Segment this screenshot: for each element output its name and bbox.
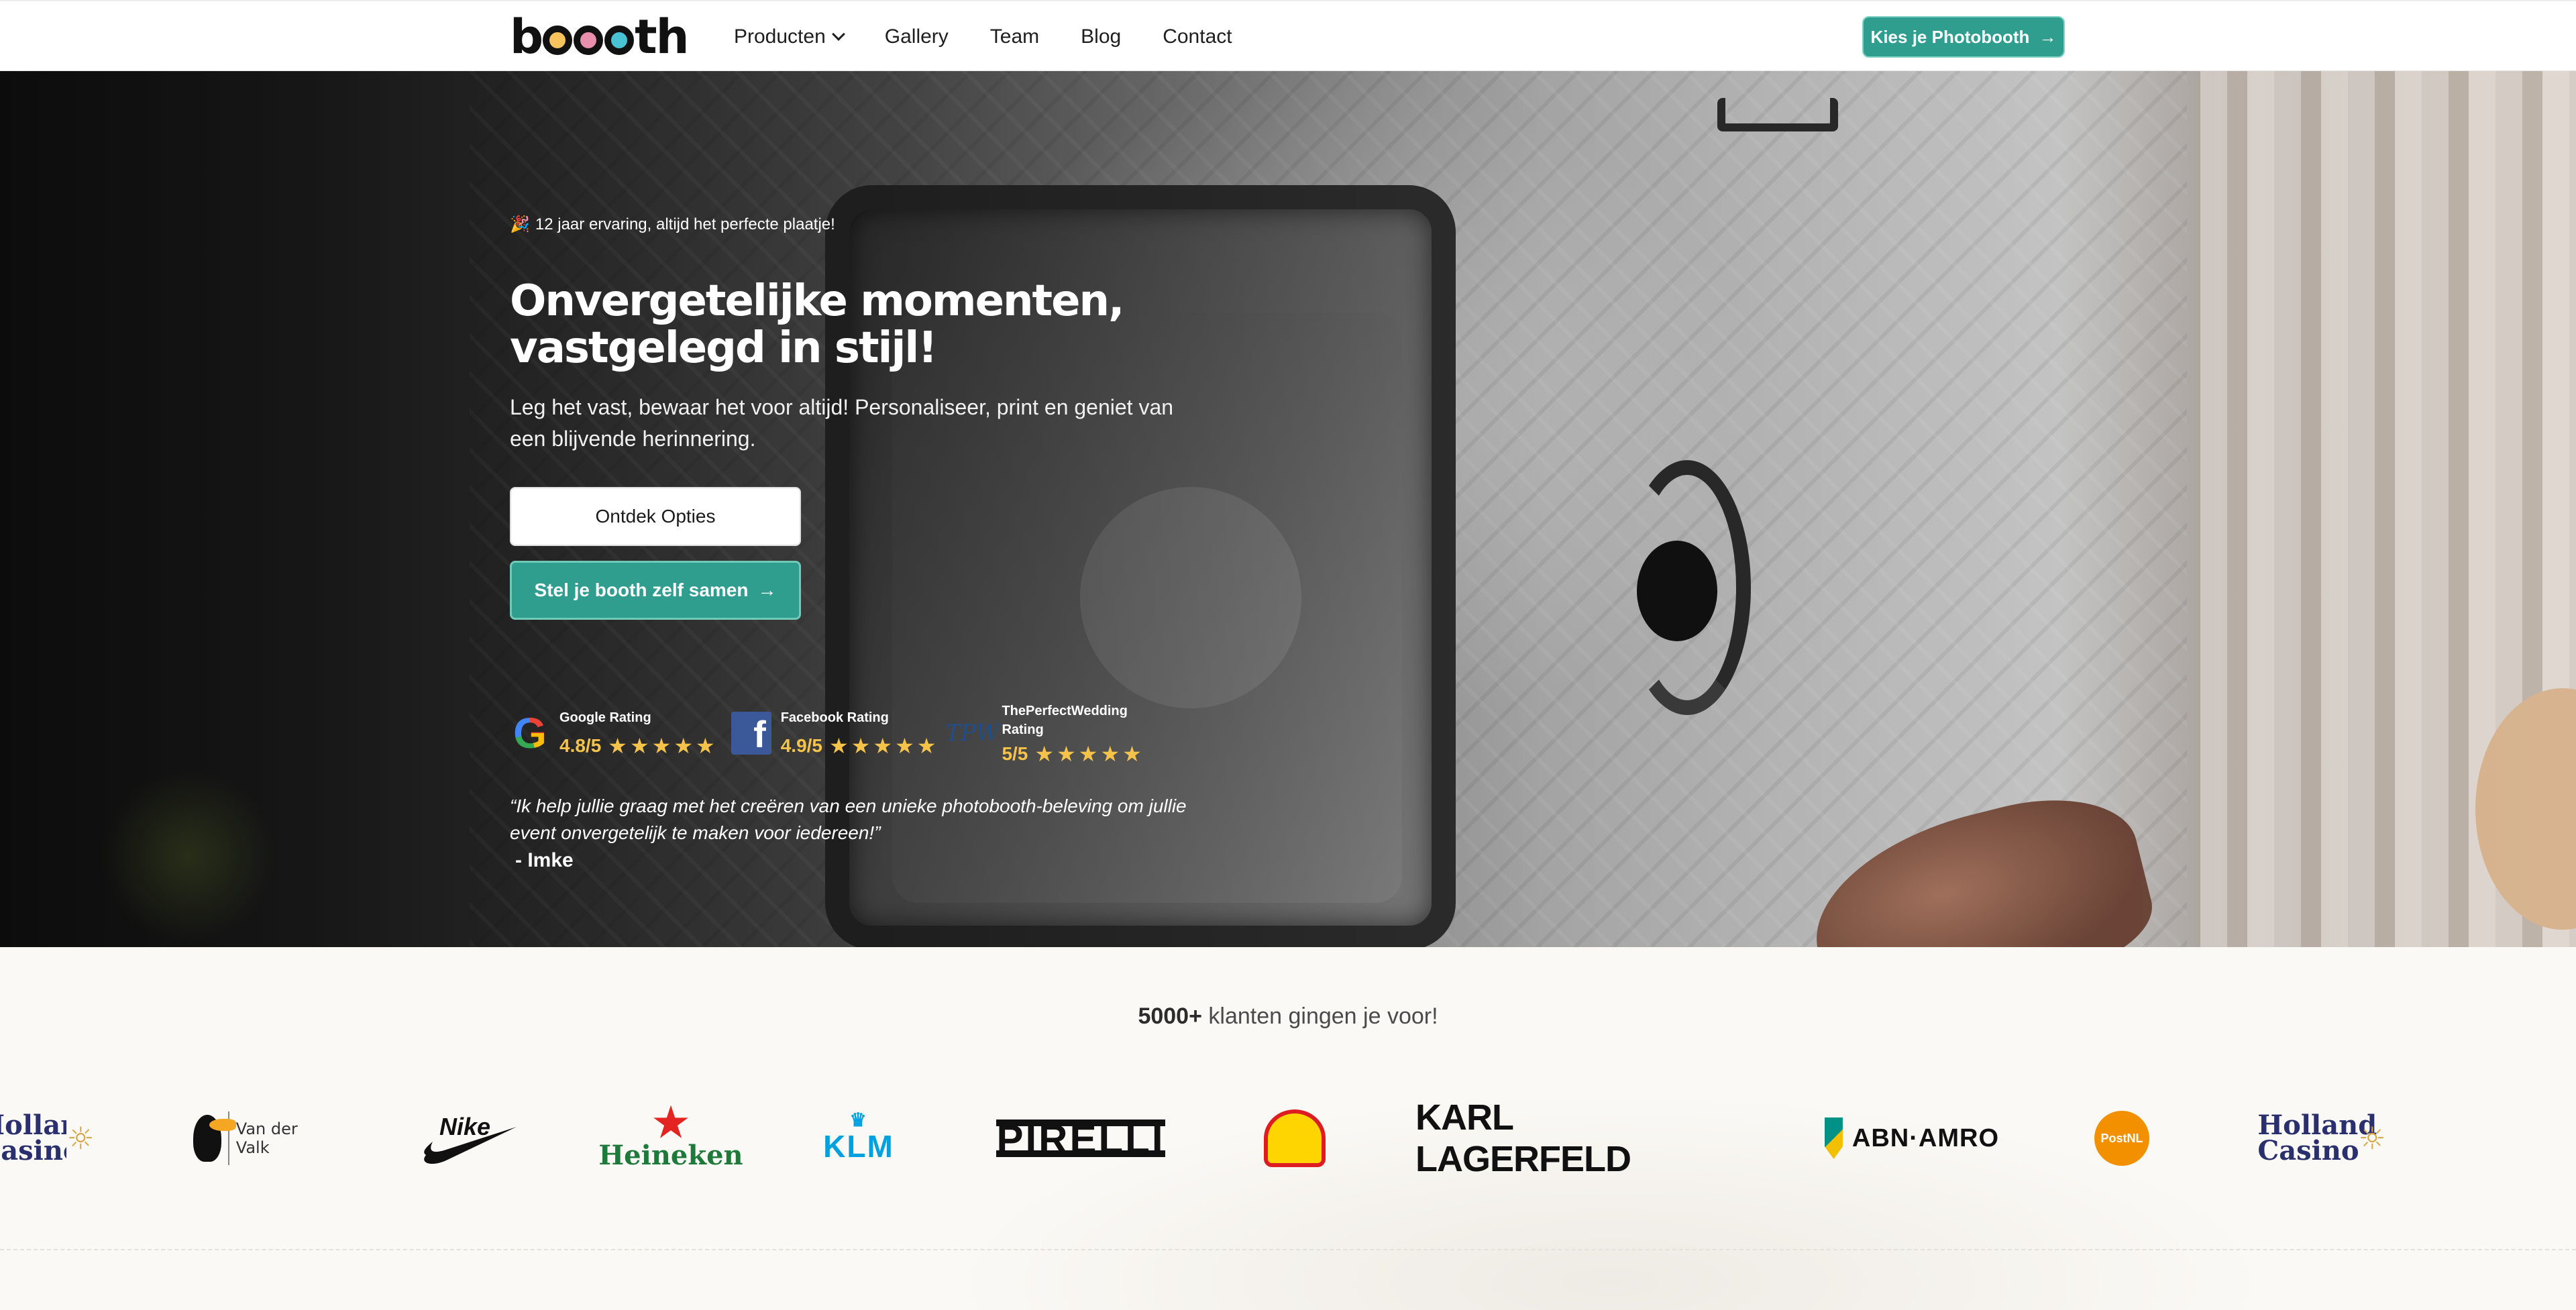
- star-rating: ★ ★ ★ ★ ★: [608, 735, 714, 757]
- logo-o-blue: [604, 25, 635, 55]
- arrow-right-icon: →: [757, 580, 777, 600]
- karl-lagerfeld-logo: Karl Lagerfeld: [1415, 1097, 1631, 1179]
- star-icon: ★: [608, 733, 627, 758]
- star-icon: ★: [851, 733, 871, 758]
- shell-logo: [1261, 1081, 1328, 1195]
- star-rating: ★ ★ ★ ★ ★: [829, 735, 936, 757]
- facebook-rating[interactable]: f Facebook Rating 4.9/5 ★ ★ ★ ★ ★: [731, 702, 936, 765]
- postnl-logo: PostNL: [2092, 1081, 2152, 1195]
- facebook-icon: f: [731, 712, 771, 755]
- red-star-icon: ★: [653, 1099, 689, 1146]
- hero-section: [0, 71, 2576, 947]
- van-der-valk-logo: Van der Valk: [193, 1081, 327, 1195]
- holland-casino-logo: Holland Casino☼: [0, 1113, 95, 1164]
- theperfectwedding-icon: TPW: [945, 720, 1000, 747]
- abn-shield-icon: [1825, 1117, 1843, 1159]
- logo-o-yellow: [543, 25, 573, 55]
- main-menu: Producten Gallery Team Blog Contact: [734, 1, 1232, 72]
- shell-icon: [1264, 1109, 1326, 1167]
- clients-heading: 5000+ klanten gingen je voor!: [1138, 1003, 1438, 1029]
- abn-amro-logo: ABN·AMRO: [1825, 1081, 1999, 1195]
- google-rating[interactable]: G Google Rating 4.8/5 ★ ★ ★ ★ ★: [510, 702, 715, 765]
- star-icon: ★: [629, 733, 649, 758]
- booth-logo[interactable]: b th: [510, 13, 689, 60]
- google-icon: G: [513, 709, 547, 757]
- logo-o-pink: [574, 25, 604, 55]
- ratings-row: G Google Rating 4.8/5 ★ ★ ★ ★ ★ f Facebook R…: [510, 702, 1163, 765]
- heineken-logo: ★ Heineken: [598, 1099, 743, 1171]
- star-icon: ★: [1122, 742, 1142, 766]
- star-icon: ★: [1057, 742, 1076, 766]
- arrow-right-icon: →: [2039, 26, 2057, 47]
- star-icon: ★: [895, 733, 914, 758]
- klm-logo: ♛ KLM: [823, 1109, 894, 1164]
- star-icon: ★: [873, 733, 893, 758]
- star-icon: ★: [674, 733, 694, 758]
- hero-subtext: Leg het vast, bewaar het voor altijd! Pe…: [510, 395, 1174, 451]
- client-logos-marquee: Holland Casino☼ Van der Valk Nike ★ Hein…: [0, 1081, 2576, 1195]
- star-icon: ★: [829, 733, 849, 758]
- star-icon: ★: [651, 733, 672, 758]
- pirelli-logo: Pirelli: [996, 1117, 1165, 1162]
- nav-item-gallery[interactable]: Gallery: [885, 25, 949, 48]
- nav-item-contact[interactable]: Contact: [1163, 25, 1232, 48]
- stel-je-booth-samen-button[interactable]: Stel je booth zelf samen →: [510, 561, 801, 620]
- top-navigation: b th Producten Gallery Team Blog Contact …: [0, 0, 2576, 71]
- nav-item-producten[interactable]: Producten: [734, 25, 845, 48]
- star-rating: ★ ★ ★ ★ ★: [1034, 743, 1141, 765]
- nike-logo: Nike: [416, 1081, 523, 1195]
- ontdek-opties-button[interactable]: Ontdek Opties: [510, 487, 801, 546]
- chevron-down-icon: [831, 28, 845, 41]
- crown-icon: ♛: [849, 1109, 868, 1130]
- star-icon: ★: [916, 733, 936, 758]
- hero-headline: Onvergetelijke momenten, vastgelegd in s…: [510, 276, 1124, 373]
- theperfectwedding-rating[interactable]: TPW ThePerfectWedding Rating 5/5 ★ ★ ★ ★ ★: [945, 702, 1163, 765]
- star-icon: ★: [696, 733, 715, 758]
- holland-casino-logo-2: Holland Casino ☼: [2257, 1109, 2386, 1166]
- testimonial-quote: “Ik help jullie graag met het creëren va…: [510, 796, 1187, 843]
- hero-overlay: [0, 71, 2576, 947]
- toucan-icon: [193, 1115, 236, 1162]
- svg-text:Nike: Nike: [439, 1113, 490, 1140]
- star-icon: ★: [1078, 742, 1098, 766]
- nav-item-blog[interactable]: Blog: [1081, 25, 1121, 48]
- nav-item-team[interactable]: Team: [990, 25, 1039, 48]
- hero-eyebrow: 🎉 12 jaar ervaring, altijd het perfecte …: [510, 215, 835, 234]
- kies-je-photobooth-button[interactable]: Kies je Photobooth →: [1862, 16, 2065, 58]
- party-popper-icon: 🎉: [510, 215, 530, 233]
- nike-swoosh-icon: Nike: [424, 1113, 517, 1164]
- testimonial-author: - Imke: [515, 849, 574, 871]
- star-icon: ★: [1034, 742, 1055, 766]
- section-divider: [0, 1249, 2576, 1250]
- star-icon: ★: [1100, 742, 1120, 766]
